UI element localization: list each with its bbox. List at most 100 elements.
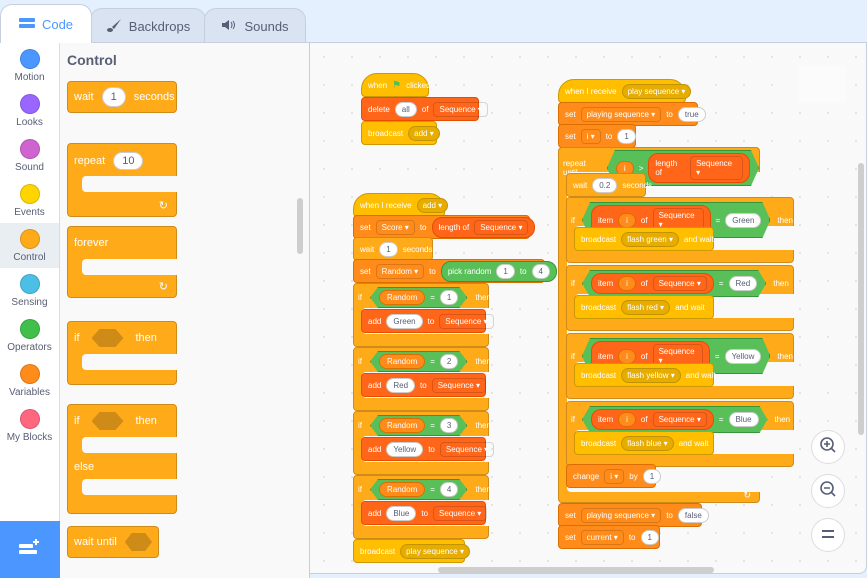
variable-dropdown[interactable]: current ▾ <box>580 529 624 545</box>
text-input[interactable]: false <box>677 507 709 523</box>
number-input[interactable]: 1 <box>640 529 659 545</box>
number-input[interactable]: 10 <box>113 152 144 170</box>
list-dropdown[interactable]: Sequence ▾ <box>433 101 488 117</box>
add-extension-button[interactable] <box>0 521 60 578</box>
broadcast-play-sequence-block[interactable]: broadcast play sequence ▾ <box>353 539 470 563</box>
category-sensing[interactable]: Sensing <box>0 268 59 313</box>
text-input[interactable]: Green <box>386 313 423 329</box>
zoom-in-button[interactable] <box>811 430 845 464</box>
number-input[interactable]: 1 <box>101 87 126 107</box>
when-i-receive-block[interactable]: when I receive add ▾ <box>353 193 449 217</box>
add-to-list-block[interactable]: add Yellow to Sequence ▾ <box>361 437 495 461</box>
palette-wait-until-block[interactable]: wait until <box>67 526 159 558</box>
delete-list-block[interactable]: delete all of Sequence ▾ <box>361 97 488 121</box>
zoom-reset-button[interactable] <box>811 518 845 552</box>
palette-if-then-block[interactable]: if then <box>67 321 178 385</box>
set-playing-false-block[interactable]: set playing sequence ▾ to false <box>558 503 709 527</box>
variable-dropdown[interactable]: Score ▾ <box>375 219 415 235</box>
set-i-block[interactable]: set i ▾ to 1 <box>558 124 636 148</box>
when-i-receive-play-block[interactable]: when I receive play sequence ▾ <box>558 79 692 103</box>
message-dropdown[interactable]: play sequence ▾ <box>621 83 692 99</box>
set-random-block[interactable]: set Random ▾ to pick random 1 to 4 <box>353 259 557 283</box>
number-input[interactable]: 1 <box>642 468 662 484</box>
palette-repeat-block[interactable]: repeat 10 ↻ <box>67 143 178 217</box>
list-dropdown[interactable]: Sequence ▾ <box>439 313 494 329</box>
horizontal-scrollbar[interactable] <box>438 567 714 573</box>
message-dropdown[interactable]: add ▾ <box>416 197 449 213</box>
tab-backdrops[interactable]: Backdrops <box>90 8 206 43</box>
equals-operator[interactable]: Random = 4 <box>370 479 467 500</box>
my-blocks-dot-icon <box>19 408 40 429</box>
variable-dropdown[interactable]: playing sequence ▾ <box>580 507 662 523</box>
block-text: add <box>368 508 382 518</box>
message-dropdown[interactable]: flash blue ▾ <box>621 435 674 451</box>
looks-dot-icon <box>19 93 40 114</box>
broadcast-and-wait-block[interactable]: broadcast flash red ▾ and wait <box>574 295 714 319</box>
variable-dropdown[interactable]: playing sequence ▾ <box>580 106 662 122</box>
vertical-scrollbar[interactable] <box>858 163 864 435</box>
condition-slot[interactable] <box>124 533 152 551</box>
number-input[interactable]: 1 <box>617 128 636 144</box>
category-operators[interactable]: Operators <box>0 313 59 358</box>
text-input[interactable]: all <box>394 101 417 117</box>
number-input[interactable]: 0.2 <box>592 177 618 193</box>
change-i-block[interactable]: change i ▾ by 1 <box>566 464 662 488</box>
block-text: wait <box>360 244 375 254</box>
equals-operator[interactable]: Random = 3 <box>370 415 467 436</box>
zoom-out-button[interactable] <box>811 474 845 508</box>
equals-operator[interactable]: item i of Sequence ▾ = Blue <box>582 406 768 433</box>
pick-random-reporter[interactable]: pick random 1 to 4 <box>440 260 557 282</box>
palette-wait-block[interactable]: wait 1 seconds <box>67 81 177 113</box>
set-score-block[interactable]: set Score ▾ to length of Sequence ▾ <box>353 215 536 239</box>
block-text: wait <box>74 91 94 103</box>
palette-scrollbar[interactable] <box>297 198 303 254</box>
length-of-reporter[interactable]: length of Sequence ▾ <box>431 216 536 238</box>
wait-block[interactable]: wait 1 seconds <box>353 237 433 261</box>
equals-operator[interactable]: Random = 2 <box>370 351 467 372</box>
text-input[interactable]: Blue <box>386 505 417 521</box>
category-sound[interactable]: Sound <box>0 133 59 178</box>
message-dropdown[interactable]: play sequence ▾ <box>400 543 470 559</box>
category-my-blocks[interactable]: My Blocks <box>0 403 59 448</box>
broadcast-and-wait-block[interactable]: broadcast flash yellow ▾ and wait <box>574 363 716 387</box>
variable-dropdown[interactable]: i ▾ <box>580 128 601 144</box>
category-variables[interactable]: Variables <box>0 358 59 403</box>
variable-dropdown[interactable]: Random ▾ <box>375 263 425 279</box>
set-current-block[interactable]: set current ▾ to 1 <box>558 525 660 549</box>
condition-slot[interactable] <box>91 412 124 430</box>
add-to-list-block[interactable]: add Green to Sequence ▾ <box>361 309 494 333</box>
add-to-list-block[interactable]: add Red to Sequence ▾ <box>361 373 486 397</box>
palette-forever-block[interactable]: forever ↻ <box>67 226 178 298</box>
palette-if-else-block[interactable]: if then else <box>67 404 178 514</box>
equals-operator[interactable]: item i of Sequence ▾ = Red <box>582 270 766 297</box>
message-dropdown[interactable]: add ▾ <box>408 125 440 141</box>
text-input[interactable]: Red <box>386 377 416 393</box>
text-input[interactable]: true <box>677 106 706 122</box>
condition-slot[interactable] <box>91 329 124 347</box>
tab-code[interactable]: Code <box>0 4 92 43</box>
tab-sounds[interactable]: Sounds <box>204 8 306 43</box>
list-dropdown[interactable]: Sequence ▾ <box>431 377 486 393</box>
broadcast-and-wait-block[interactable]: broadcast flash blue ▾ and wait <box>574 431 714 455</box>
message-dropdown[interactable]: flash red ▾ <box>621 299 671 315</box>
list-dropdown[interactable]: Sequence ▾ <box>439 441 495 457</box>
category-looks[interactable]: Looks <box>0 88 59 133</box>
text-input[interactable]: Yellow <box>386 441 424 457</box>
broadcast-and-wait-block[interactable]: broadcast flash green ▾ and wait <box>574 227 714 251</box>
equals-operator[interactable]: Random = 1 <box>370 287 467 308</box>
category-motion[interactable]: Motion <box>0 43 59 88</box>
variable-dropdown[interactable]: i ▾ <box>604 468 625 484</box>
message-dropdown[interactable]: flash yellow ▾ <box>621 367 681 383</box>
number-input[interactable]: 1 <box>379 241 398 257</box>
message-dropdown[interactable]: flash green ▾ <box>621 231 679 247</box>
wait-0.2-block[interactable]: wait 0.2 seconds <box>566 173 652 197</box>
category-events[interactable]: Events <box>0 178 59 223</box>
list-dropdown[interactable]: Sequence ▾ <box>433 505 488 521</box>
when-flag-clicked-block[interactable]: when ⚑ clicked <box>361 73 431 97</box>
category-control[interactable]: Control <box>0 223 59 268</box>
broadcast-block[interactable]: broadcast add ▾ <box>361 121 440 145</box>
add-to-list-block[interactable]: add Blue to Sequence ▾ <box>361 501 488 525</box>
category-label: Looks <box>16 116 43 128</box>
script-workspace[interactable]: when ⚑ clicked delete all of Sequence ▾ broad… <box>310 43 867 574</box>
set-playing-block[interactable]: set playing sequence ▾ to true <box>558 102 706 126</box>
